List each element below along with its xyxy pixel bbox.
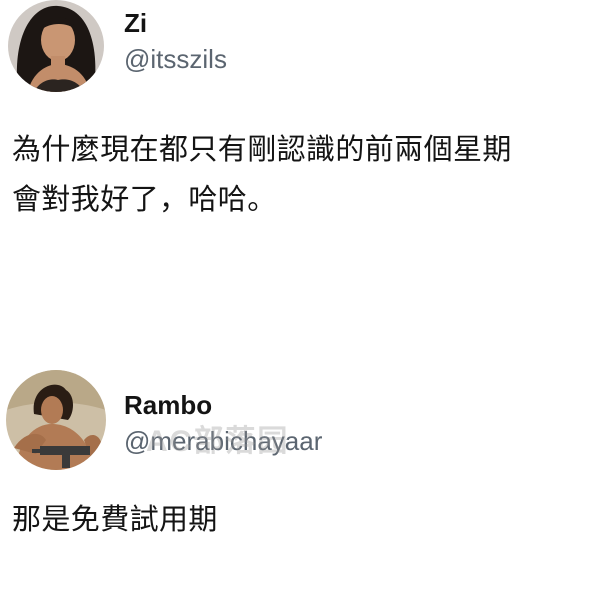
display-name[interactable]: Rambo (124, 390, 212, 421)
avatar-man-image (6, 370, 106, 470)
user-avatar-icon[interactable] (8, 0, 104, 92)
user-avatar-icon[interactable] (6, 370, 106, 470)
tweet-text: 那是免費試用期 (12, 494, 592, 544)
user-handle[interactable]: @itsszils (124, 44, 227, 75)
avatar-woman-image (8, 0, 104, 92)
display-name[interactable]: Zi (124, 8, 147, 39)
tweet-text-line: 會對我好了，哈哈。 (12, 182, 277, 216)
tweet-text-line: 那是免費試用期 (12, 502, 218, 536)
tweet-text: 為什麼現在都只有剛認識的前兩個星期 會對我好了，哈哈。 (12, 124, 592, 224)
user-handle[interactable]: @merabichayaar (124, 426, 322, 457)
tweet-text-line: 為什麼現在都只有剛認識的前兩個星期 (12, 132, 512, 166)
